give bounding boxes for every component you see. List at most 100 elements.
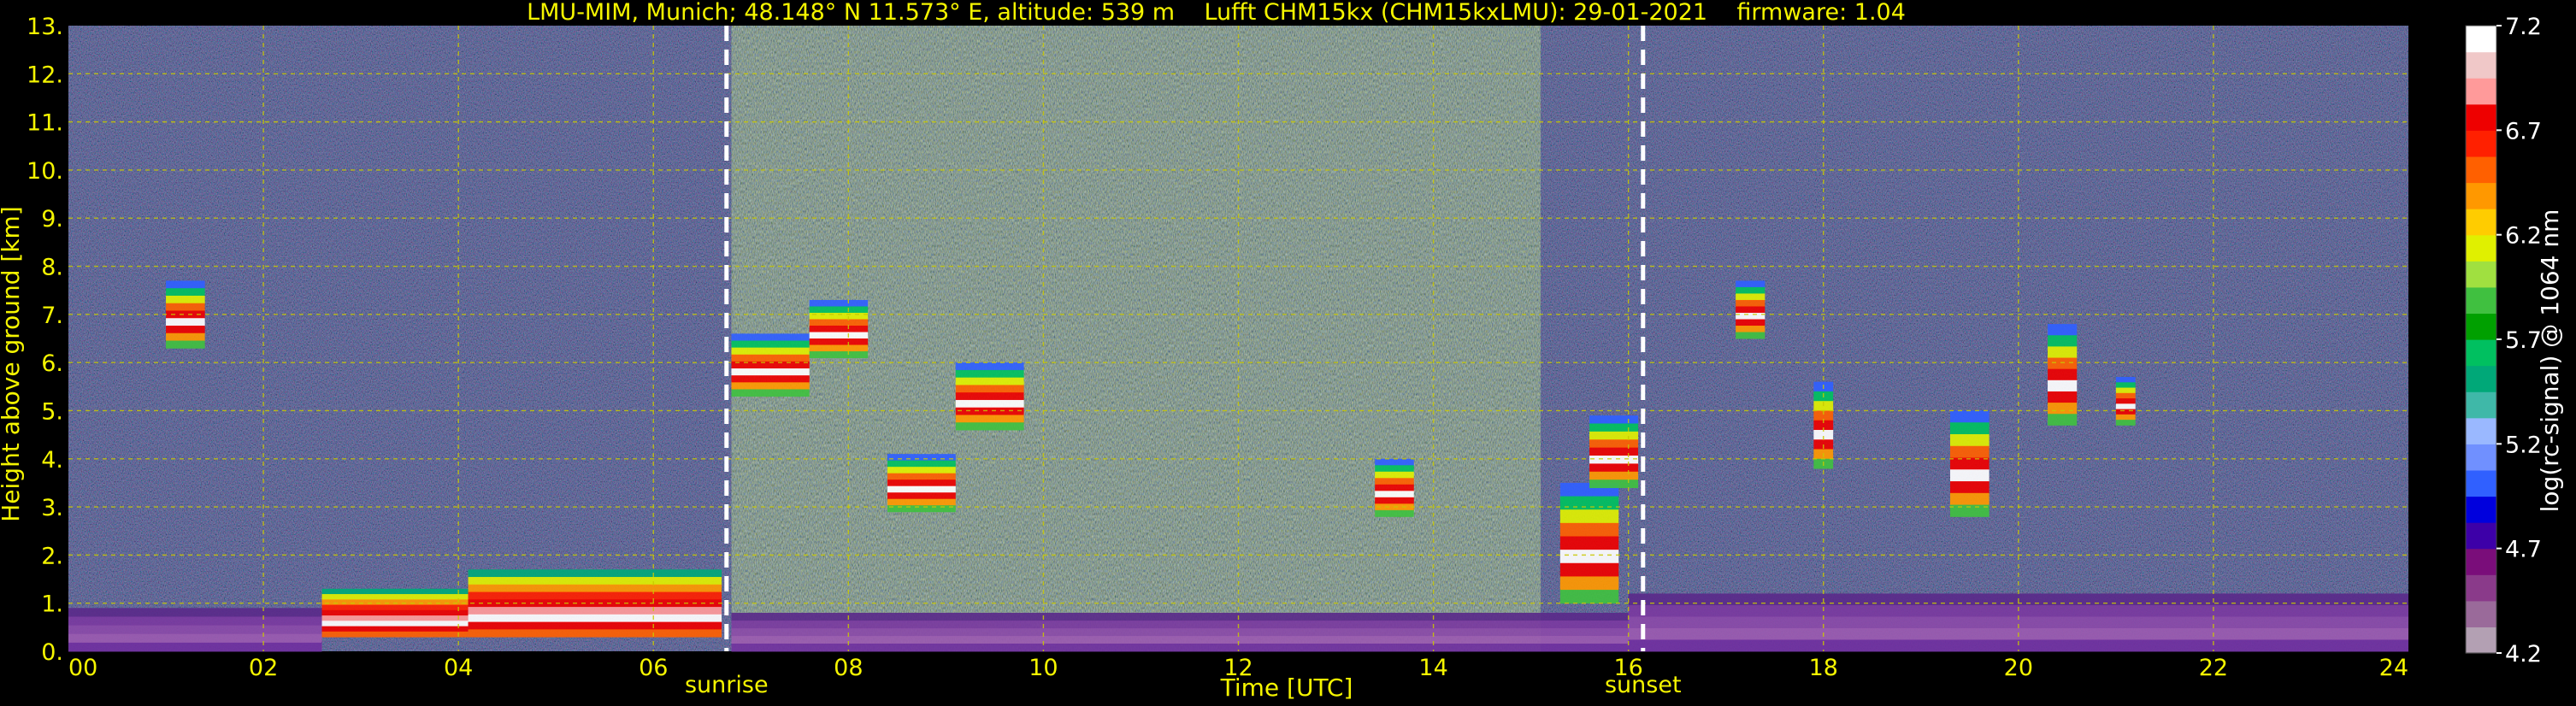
cloud-layer: [731, 382, 810, 390]
cloud-layer: [2115, 377, 2136, 383]
colorbar-swatch: [2466, 522, 2496, 550]
y-tick-label: 0.: [41, 639, 63, 666]
cloud-layer: [1589, 463, 1639, 473]
cloud-layer: [1559, 496, 1619, 510]
cloud-layer: [1736, 312, 1765, 320]
colorbar-tick-label: 6.7: [2505, 118, 2542, 144]
cloud-layer: [809, 299, 869, 307]
x-tick-label: 04: [444, 655, 473, 681]
cloud-layer: [955, 362, 1024, 371]
cloud-layer: [955, 399, 1024, 409]
boundary-layer: [321, 604, 469, 611]
y-axis-ticks: 0. 1. 2. 3. 4. 5. 6. 7. 8. 9. 10. 11. 12. 13.: [27, 14, 63, 666]
cloud-layer: [731, 333, 810, 342]
colorbar-swatch: [2466, 391, 2496, 419]
x-tick-label: 00: [68, 655, 97, 681]
x-tick-label: 24: [2379, 655, 2408, 681]
colorbar-swatch: [2466, 548, 2496, 575]
y-axis-label: Height above ground [km]: [0, 206, 25, 522]
boundary-layer: [468, 607, 722, 615]
cloud-layer: [1589, 423, 1639, 432]
cloud-layer: [809, 325, 869, 332]
cloud-layer: [1950, 492, 1989, 506]
cloud-layer: [166, 288, 205, 297]
cloud-layer: [955, 392, 1024, 401]
cloud-layer: [955, 415, 1024, 423]
aerosol-layer: [731, 635, 1629, 644]
cloud-layer: [2048, 414, 2078, 426]
cloud-layer: [1375, 509, 1414, 517]
cloud-layer: [2048, 391, 2078, 403]
cloud-layer: [731, 340, 810, 349]
aerosol-layer: [731, 612, 1629, 621]
cloud-layer: [1375, 491, 1414, 498]
cloud-layer: [1950, 445, 1989, 459]
cloud-layer: [955, 369, 1024, 379]
cloud-layer: [1950, 410, 1989, 423]
cloud-layer: [166, 318, 205, 327]
x-tick-label: 22: [2199, 655, 2228, 681]
colorbar-swatch: [2466, 103, 2496, 131]
boundary-layer: [321, 599, 469, 606]
cloud-layer: [1375, 478, 1414, 485]
colorbar-swatch: [2466, 627, 2496, 654]
cloud-layer: [809, 306, 869, 314]
colorbar-tick-label: 4.2: [2505, 641, 2542, 668]
cloud-layer: [731, 368, 810, 376]
cloud-layer: [809, 344, 869, 352]
boundary-layer: [321, 594, 469, 600]
colorbar-tick-label: 7.2: [2505, 14, 2542, 40]
cloud-layer: [1559, 522, 1619, 537]
cloud-layer: [2048, 379, 2078, 392]
colorbar-swatch: [2466, 286, 2496, 315]
colorbar-swatch: [2466, 574, 2496, 602]
boundary-layer: [321, 621, 469, 627]
y-tick-label: 9.: [41, 206, 63, 232]
y-tick-label: 11.: [27, 110, 63, 137]
colorbar-tick-label: 4.7: [2505, 537, 2542, 563]
cloud-layer: [2115, 420, 2136, 426]
boundary-layer: [468, 621, 722, 630]
cloud-layer: [887, 492, 956, 500]
cloud-layer: [2048, 357, 2078, 370]
cloud-layer: [1736, 325, 1765, 332]
y-tick-label: 13.: [27, 14, 63, 40]
cloud-layer: [887, 479, 956, 487]
colorbar: [2465, 25, 2497, 654]
aerosol-layer: [731, 620, 1629, 629]
y-tick-label: 7.: [41, 303, 63, 329]
x-tick-label: 02: [249, 655, 278, 681]
cloud-layer: [1375, 458, 1414, 466]
cloud-layer: [1559, 536, 1619, 550]
colorbar-swatch: [2466, 234, 2496, 262]
cloud-layer: [2048, 368, 2078, 381]
aerosol-layer: [731, 627, 1629, 637]
cloud-layer: [887, 485, 956, 493]
colorbar-swatch: [2466, 26, 2496, 53]
cloud-layer: [887, 460, 956, 468]
cloud-layer: [166, 325, 205, 334]
boundary-layer: [468, 591, 722, 600]
cloud-layer: [955, 385, 1024, 393]
cloud-layer: [2115, 409, 2136, 415]
aerosol-layer: [68, 616, 322, 627]
aerosol-layer: [68, 625, 322, 635]
cloud-layer: [1950, 457, 1989, 470]
colorbar-swatch: [2466, 51, 2496, 79]
boundary-layer: [468, 614, 722, 623]
y-tick-label: 1.: [41, 591, 63, 618]
colorbar-swatch: [2466, 444, 2496, 471]
colorbar-swatch: [2466, 339, 2496, 367]
cloud-layer: [809, 338, 869, 346]
y-tick-label: 6.: [41, 350, 63, 377]
cloud-layer: [2115, 387, 2136, 394]
cloud-layer: [2115, 414, 2136, 421]
y-tick-label: 10.: [27, 158, 63, 185]
cloud-layer: [1589, 471, 1639, 480]
cloud-layer: [809, 319, 869, 327]
cloud-layer: [1559, 550, 1619, 564]
cloud-layer: [731, 389, 810, 397]
colorbar-label: log(rc-signal) @ 1064 nm: [2536, 209, 2564, 513]
cloud-layer: [1589, 439, 1639, 449]
cloud-layer: [1589, 479, 1639, 489]
